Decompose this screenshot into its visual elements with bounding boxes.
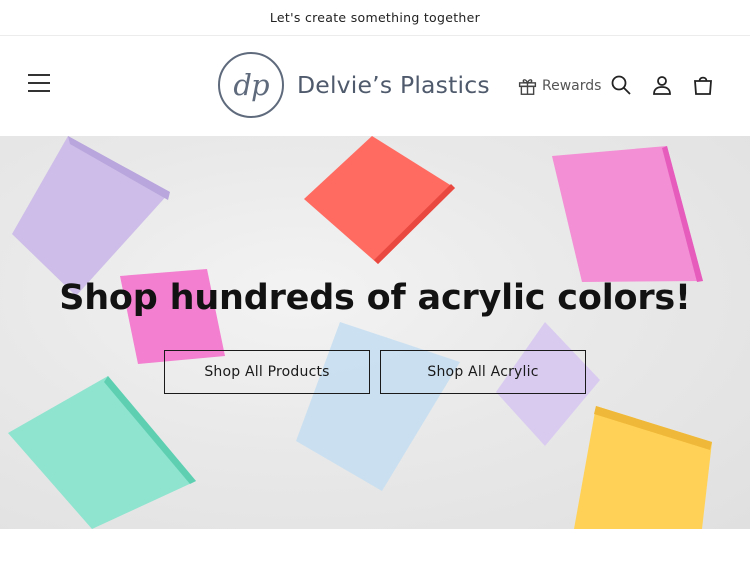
hero-banner: Shop hundreds of acrylic colors! Shop Al… xyxy=(0,136,750,529)
site-header: dp Delvie’s Plastics Rewards xyxy=(0,37,750,136)
logo-text: Delvie’s Plastics xyxy=(297,71,490,99)
shop-all-products-button[interactable]: Shop All Products xyxy=(164,350,370,394)
shard-coral xyxy=(304,136,455,264)
account-icon[interactable] xyxy=(650,73,674,97)
hero-title: Shop hundreds of acrylic colors! xyxy=(59,278,691,318)
rewards-label: Rewards xyxy=(542,77,602,94)
rewards-link[interactable]: Rewards xyxy=(517,75,601,96)
search-icon[interactable] xyxy=(609,73,633,97)
announcement-bar: Let's create something together xyxy=(0,0,750,36)
page-content-below xyxy=(0,529,750,563)
announcement-text: Let's create something together xyxy=(269,10,481,25)
shard-sky xyxy=(296,322,460,491)
hamburger-icon[interactable] xyxy=(28,74,50,92)
site-logo[interactable]: dp Delvie’s Plastics xyxy=(218,52,490,118)
shard-lavender xyxy=(12,136,170,296)
cart-icon[interactable] xyxy=(691,73,715,97)
logo-mark: dp xyxy=(218,52,284,118)
shop-all-acrylic-button[interactable]: Shop All Acrylic xyxy=(380,350,586,394)
gift-icon xyxy=(518,79,537,95)
